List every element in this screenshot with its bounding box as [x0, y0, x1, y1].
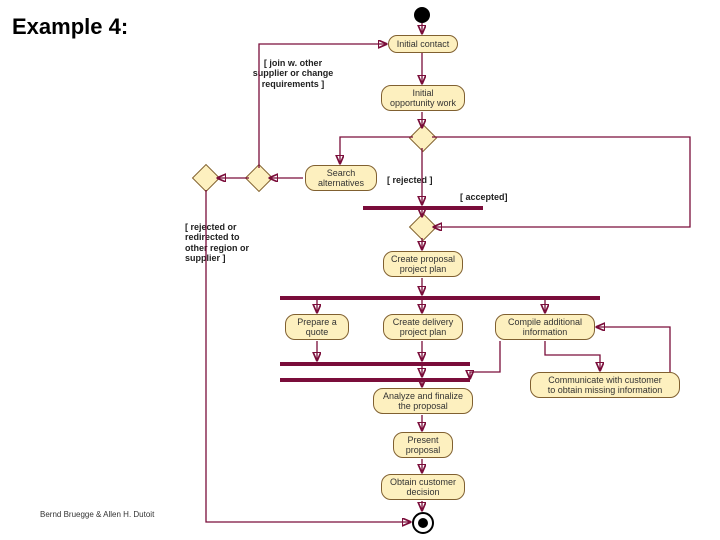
sync-bar-1	[363, 206, 483, 210]
merge-node-accepted	[409, 213, 437, 241]
activity-initial-opportunity-work: Initial opportunity work	[381, 85, 465, 111]
activity-prepare-quote: Prepare a quote	[285, 314, 349, 340]
sync-bar-fork	[280, 296, 600, 300]
diagram-canvas: Example 4: Bernd Bruegge & Allen H. Duto…	[0, 0, 720, 540]
guard-accepted: [ accepted]	[460, 192, 508, 202]
decision-node-left	[245, 164, 273, 192]
activity-present-proposal: Present proposal	[393, 432, 453, 458]
guard-join-other-supplier: [ join w. other supplier or change requi…	[238, 58, 348, 89]
initial-node-icon	[414, 7, 430, 23]
activity-obtain-decision: Obtain customer decision	[381, 474, 465, 500]
sync-bar-join	[280, 362, 470, 366]
guard-rejected-redirected: [ rejected or redirected to other region…	[185, 222, 273, 263]
activity-create-delivery-plan: Create delivery project plan	[383, 314, 463, 340]
flow-arrows	[0, 0, 720, 540]
activity-analyze-finalize: Analyze and finalize the proposal	[373, 388, 473, 414]
guard-rejected: [ rejected ]	[387, 175, 433, 185]
decision-node-1	[409, 124, 437, 152]
merge-node-far-left	[192, 164, 220, 192]
credit-text: Bernd Bruegge & Allen H. Dutoit	[40, 510, 154, 519]
sync-bar-join2	[280, 378, 470, 382]
final-node-icon	[412, 512, 434, 534]
page-title: Example 4:	[12, 14, 128, 40]
activity-create-proposal-plan: Create proposal project plan	[383, 251, 463, 277]
activity-initial-contact: Initial contact	[388, 35, 458, 53]
activity-communicate-missing-info: Communicate with customer to obtain miss…	[530, 372, 680, 398]
activity-search-alternatives: Search alternatives	[305, 165, 377, 191]
activity-compile-additional-info: Compile additional information	[495, 314, 595, 340]
